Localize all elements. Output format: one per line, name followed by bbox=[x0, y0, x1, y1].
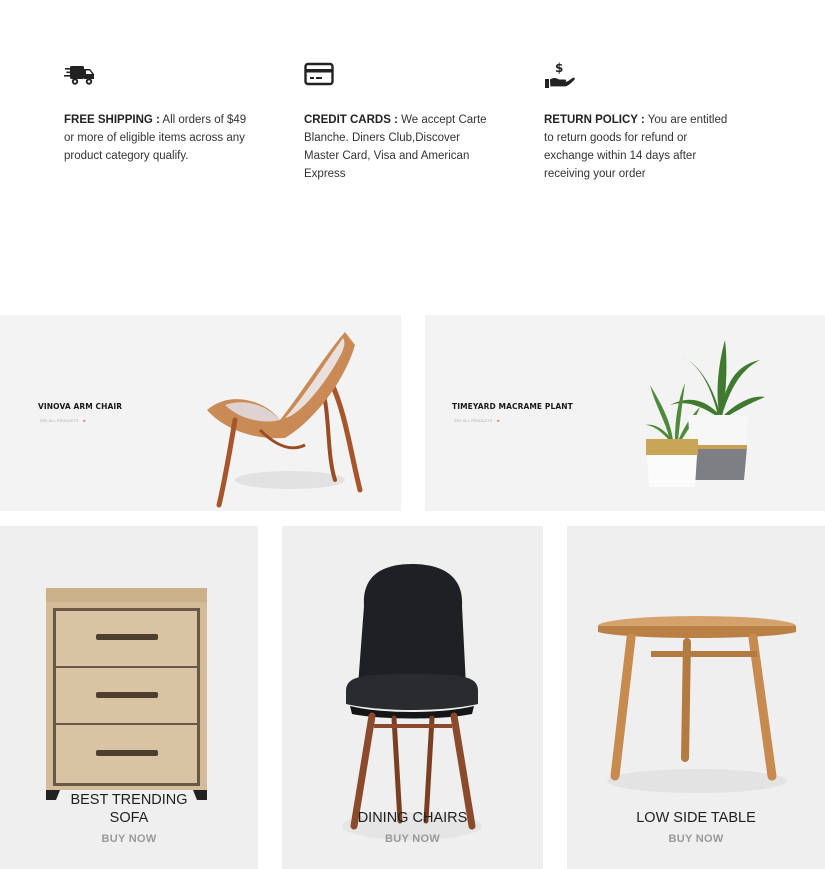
feature-title: CREDIT CARDS : bbox=[304, 114, 398, 126]
feature-free-shipping: FREE SHIPPING : All orders of $49 or mor… bbox=[64, 60, 254, 165]
delivery-truck-icon bbox=[64, 66, 94, 85]
buy-now-button[interactable]: BUY NOW bbox=[567, 833, 825, 845]
category-card-low-side-table[interactable]: LOW SIDE TABLE BUY NOW bbox=[567, 526, 825, 869]
arm-chair-image bbox=[207, 332, 363, 508]
feature-title: FREE SHIPPING : bbox=[64, 114, 160, 126]
features-section: FREE SHIPPING : All orders of $49 or mor… bbox=[0, 0, 825, 300]
category-title: LOW SIDE TABLE bbox=[636, 810, 756, 826]
money-hand-icon: $ bbox=[545, 61, 575, 88]
category-card-sofa[interactable]: BEST TRENDING SOFA BUY NOW bbox=[0, 526, 258, 869]
banner-arm-chair[interactable]: VINOVA ARM CHAIR SEE ALL PRODUCTS ► bbox=[0, 315, 401, 511]
feature-credit-cards: CREDIT CARDS : We accept Carte Blanche. … bbox=[304, 60, 494, 183]
arrow-icon: ► bbox=[496, 418, 501, 423]
feature-text: FREE SHIPPING : All orders of $49 or mor… bbox=[64, 111, 254, 165]
see-all-products-link[interactable]: SEE ALL PRODUCTS ► bbox=[40, 418, 87, 423]
category-card-dining-chairs[interactable]: DINING CHAIRS BUY NOW bbox=[282, 526, 543, 869]
credit-card-icon bbox=[304, 62, 334, 86]
buy-now-button[interactable]: BUY NOW bbox=[0, 833, 258, 845]
buy-now-button[interactable]: BUY NOW bbox=[282, 833, 543, 845]
banner-macrame-plant[interactable]: TIMEYARD MACRAME PLANT SEE ALL PRODUCTS ► bbox=[425, 315, 825, 511]
category-title: BEST TRENDING SOFA bbox=[0, 791, 258, 827]
category-title: DINING CHAIRS bbox=[357, 810, 468, 826]
see-all-products-link[interactable]: SEE ALL PRODUCTS ► bbox=[454, 418, 501, 423]
link-label: SEE ALL PRODUCTS bbox=[454, 419, 493, 423]
plant-pots-image bbox=[645, 340, 765, 487]
category-title-line: BEST TRENDING bbox=[70, 792, 188, 808]
banner-title: TIMEYARD MACRAME PLANT bbox=[452, 402, 573, 411]
arrow-icon: ► bbox=[82, 418, 87, 423]
svg-text:$: $ bbox=[555, 61, 563, 75]
feature-text: RETURN POLICY : You are entitled to retu… bbox=[544, 111, 734, 183]
feature-return-policy: $ RETURN POLICY : You are entitled to re… bbox=[544, 60, 734, 183]
link-label: SEE ALL PRODUCTS bbox=[40, 419, 79, 423]
banner-title: VINOVA ARM CHAIR bbox=[38, 402, 123, 411]
feature-text: CREDIT CARDS : We accept Carte Blanche. … bbox=[304, 111, 494, 183]
feature-title: RETURN POLICY : bbox=[544, 114, 645, 126]
category-title-line: SOFA bbox=[109, 810, 149, 826]
